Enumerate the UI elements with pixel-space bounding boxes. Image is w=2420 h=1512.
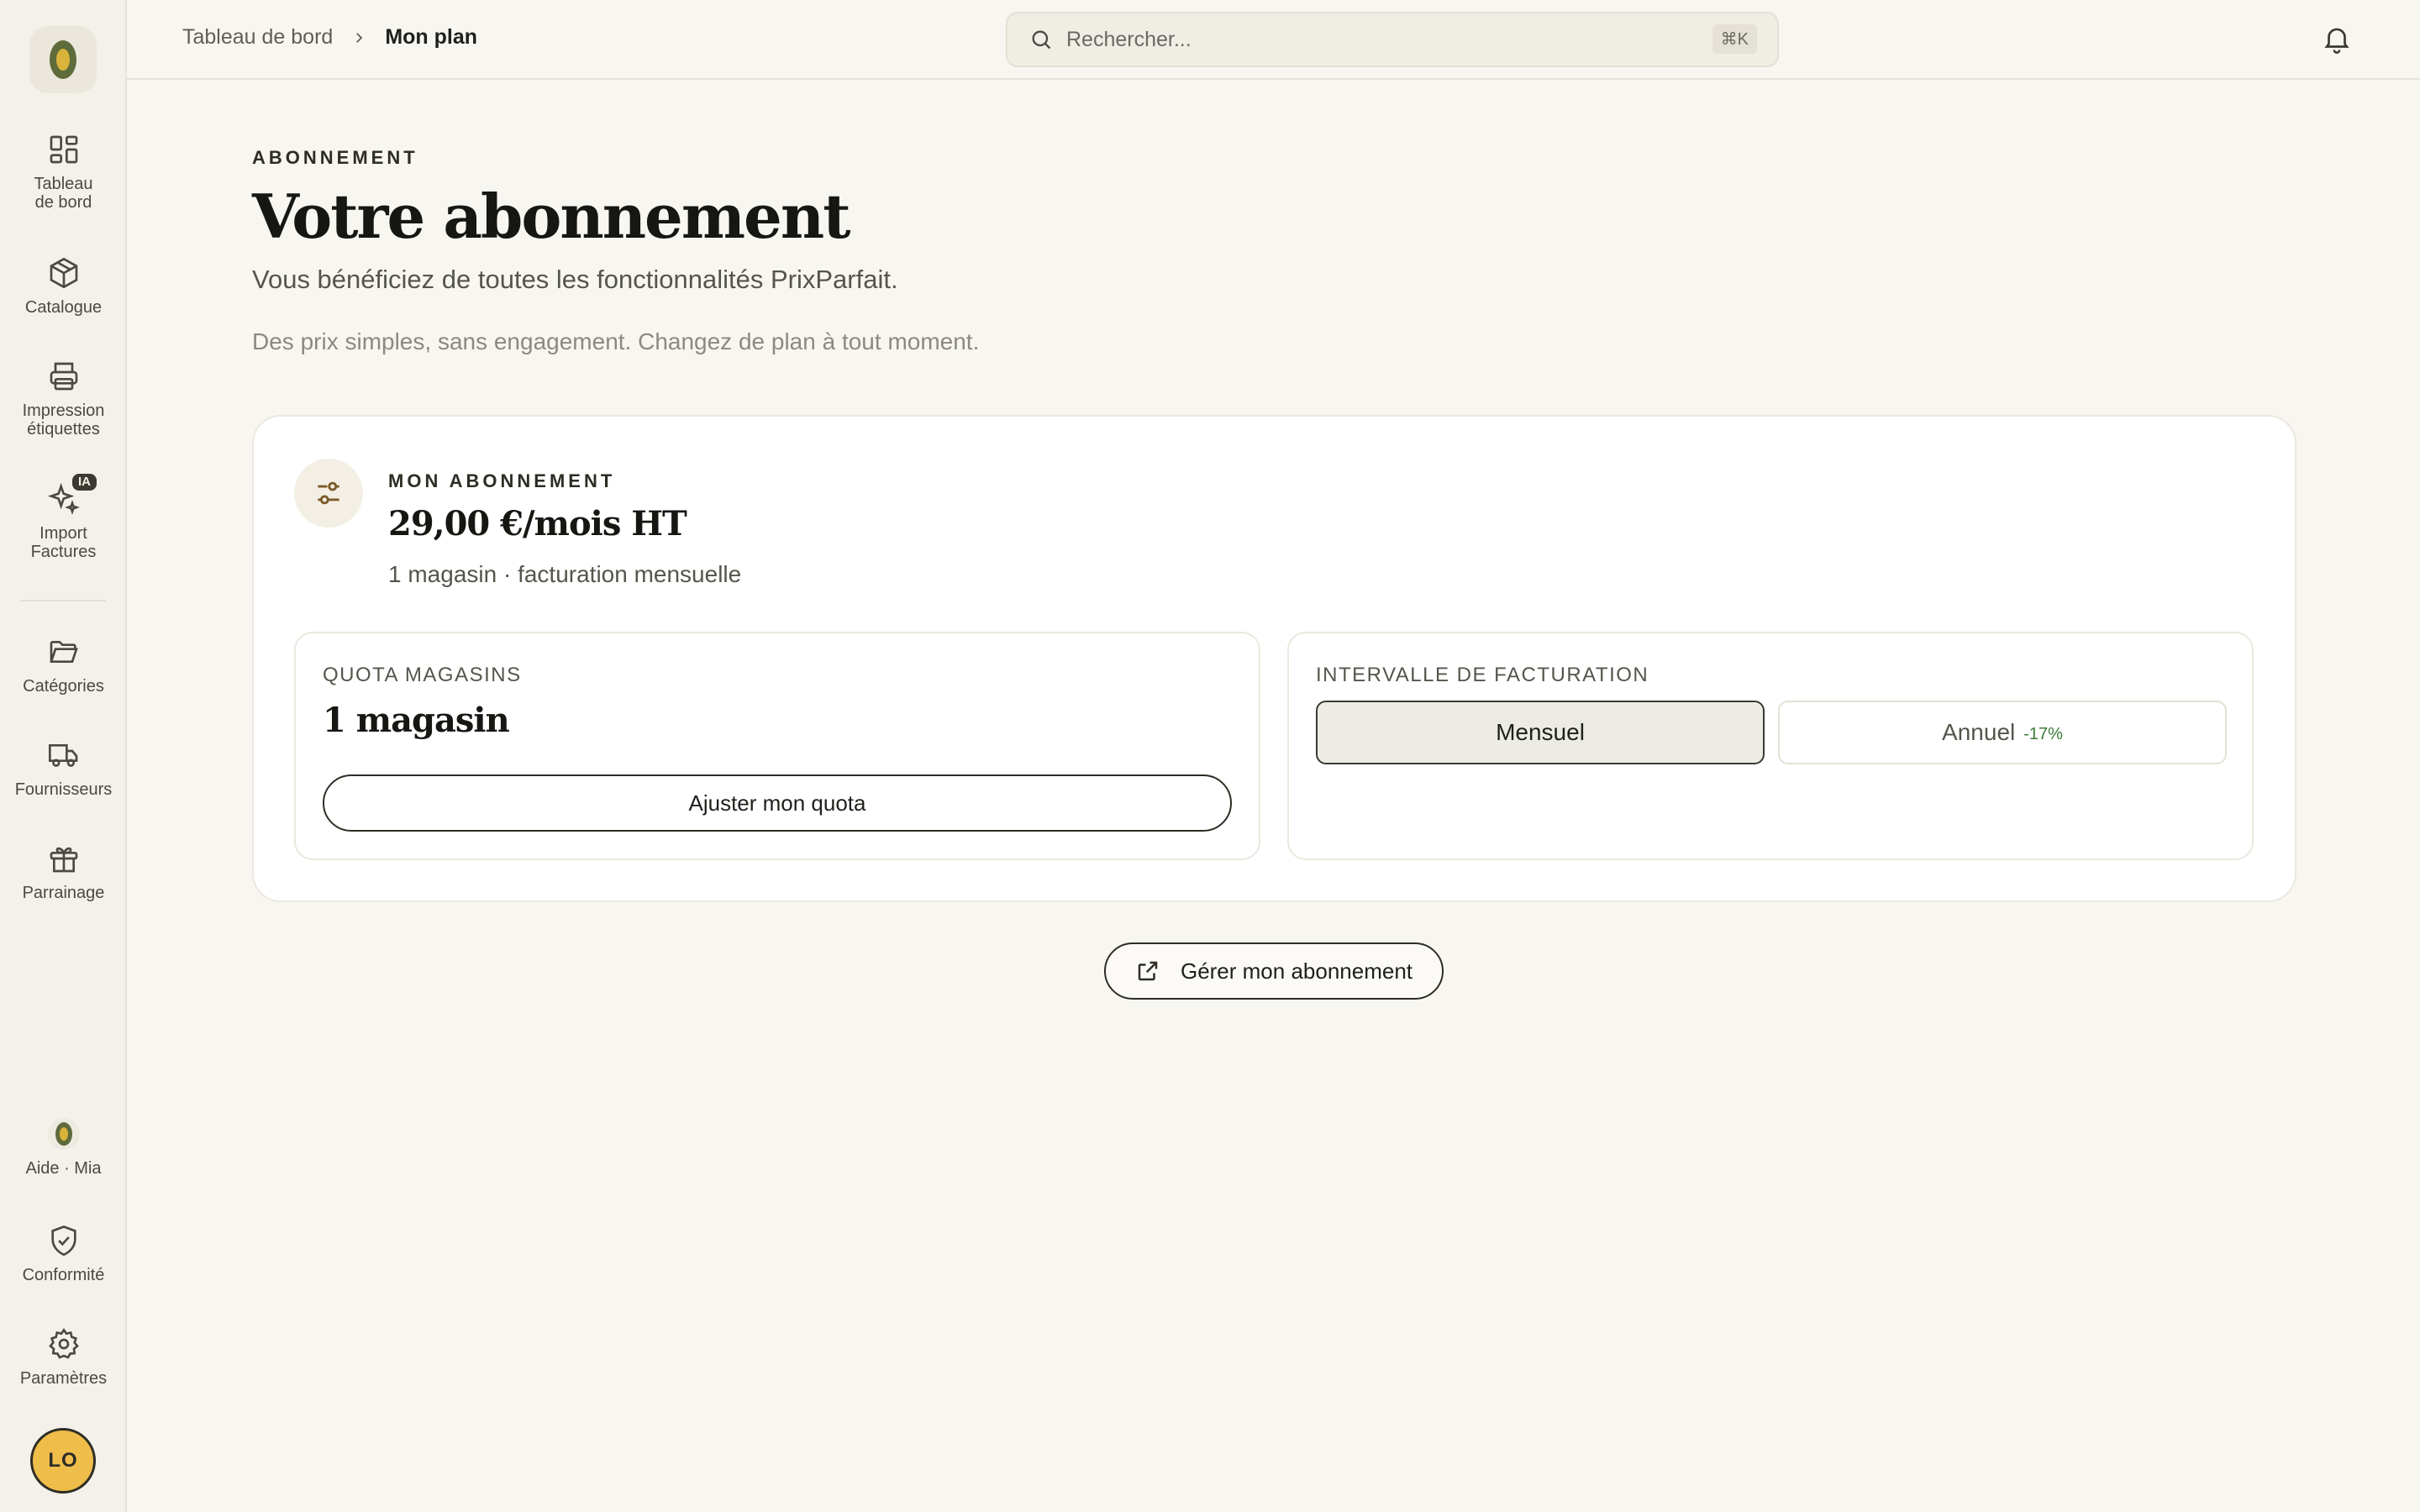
billing-interval-panel: INTERVALLE DE FACTURATION Mensuel Annuel…: [1287, 632, 2254, 860]
shield-check-icon: [50, 1225, 76, 1257]
manage-subscription-label: Gérer mon abonnement: [1180, 958, 1413, 984]
page-title: Votre abonnement: [252, 181, 850, 252]
breadcrumb-current: Mon plan: [385, 25, 478, 49]
section-eyebrow: ABONNEMENT: [252, 147, 418, 168]
quota-value: 1 magasin: [323, 701, 510, 740]
bell-icon: [2324, 28, 2349, 54]
subscription-eyebrow: MON ABONNEMENT: [388, 470, 616, 491]
chevron-right-icon: [351, 30, 366, 45]
quota-label: QUOTA MAGASINS: [323, 664, 522, 686]
sidebar-item-label: Tableau de bord: [34, 175, 93, 212]
sidebar-item-import-invoices[interactable]: IA Import Factures: [0, 474, 127, 561]
sparkles-wrapper: IA: [0, 474, 127, 516]
search-input[interactable]: [1066, 27, 1705, 52]
sidebar-item-label: Import Factures: [30, 524, 97, 561]
ia-badge: IA: [72, 474, 97, 491]
search-bar[interactable]: ⌘K: [1006, 12, 1779, 67]
truck-icon: [48, 744, 77, 767]
sidebar-item-dashboard[interactable]: Tableau de bord: [0, 133, 127, 212]
olive-logo-icon: [50, 40, 76, 79]
billing-option-label: Mensuel: [1496, 719, 1585, 745]
topbar: Tableau de bord Mon plan ⌘K: [127, 0, 2420, 80]
sidebar-item-label: Parrainage: [22, 884, 105, 902]
search-shortcut-hint: ⌘K: [1712, 24, 1757, 54]
sidebar-divider: [20, 600, 106, 601]
sidebar-item-suppliers[interactable]: Fournisseurs: [0, 738, 127, 799]
folder-icon: [50, 641, 78, 663]
adjust-quota-button[interactable]: Ajuster mon quota: [323, 774, 1232, 832]
search-icon: [1032, 30, 1051, 50]
billing-option-annual[interactable]: Annuel -17%: [1778, 701, 2227, 764]
mia-icon: [47, 1118, 80, 1150]
app-logo[interactable]: [29, 26, 97, 93]
sidebar-item-label: Catégories: [23, 677, 104, 696]
gift-icon: [50, 847, 77, 873]
sidebar: Tableau de bord Catalogue Impression éti…: [0, 0, 127, 1512]
subscription-price: 29,00 €/mois HT: [388, 504, 687, 543]
breadcrumb: Tableau de bord Mon plan: [182, 25, 477, 50]
billing-option-label: Annuel: [1942, 719, 2016, 745]
page-subtitle: Vous bénéficiez de toutes les fonctionna…: [252, 265, 898, 294]
subscription-card: MON ABONNEMENT 29,00 €/mois HT 1 magasin…: [252, 415, 2296, 902]
notifications-button[interactable]: [2321, 23, 2353, 59]
sidebar-item-categories[interactable]: Catégories: [0, 635, 127, 696]
grid-icon: [50, 135, 77, 164]
user-avatar[interactable]: LO: [30, 1428, 96, 1494]
sidebar-item-label: Fournisseurs: [14, 780, 113, 799]
billing-option-monthly[interactable]: Mensuel: [1316, 701, 1765, 764]
sidebar-item-help[interactable]: Aide · Mia: [0, 1117, 127, 1178]
annual-discount-badge: -17%: [2023, 724, 2063, 743]
external-link-icon: [1138, 961, 1158, 981]
gear-icon: [48, 1327, 79, 1359]
breadcrumb-link-dashboard[interactable]: Tableau de bord: [182, 25, 333, 50]
sidebar-item-label: Aide · Mia: [25, 1159, 102, 1178]
sidebar-item-referral[interactable]: Parrainage: [0, 842, 127, 902]
sidebar-item-settings[interactable]: Paramètres: [0, 1327, 127, 1388]
sidebar-item-label: Impression étiquettes: [22, 402, 105, 438]
manage-subscription-button[interactable]: Gérer mon abonnement: [1104, 942, 1444, 1000]
sidebar-item-label: Catalogue: [24, 298, 103, 317]
page-tagline: Des prix simples, sans engagement. Chang…: [252, 328, 980, 354]
sidebar-item-compliance[interactable]: Conformité: [0, 1224, 127, 1284]
sidebar-item-label: Conformité: [22, 1266, 105, 1284]
sidebar-item-labels[interactable]: Impression étiquettes: [0, 360, 127, 438]
billing-interval-label: INTERVALLE DE FACTURATION: [1316, 664, 1649, 686]
sidebar-item-label: Paramètres: [19, 1369, 108, 1388]
box-icon: [50, 257, 77, 289]
store-quota-panel: QUOTA MAGASINS 1 magasin Ajuster mon quo…: [294, 632, 1260, 860]
printer-icon: [50, 362, 77, 391]
sliders-icon: [294, 459, 363, 528]
subscription-detail: 1 magasin · facturation mensuelle: [388, 561, 742, 587]
sidebar-item-catalogue[interactable]: Catalogue: [0, 256, 127, 317]
